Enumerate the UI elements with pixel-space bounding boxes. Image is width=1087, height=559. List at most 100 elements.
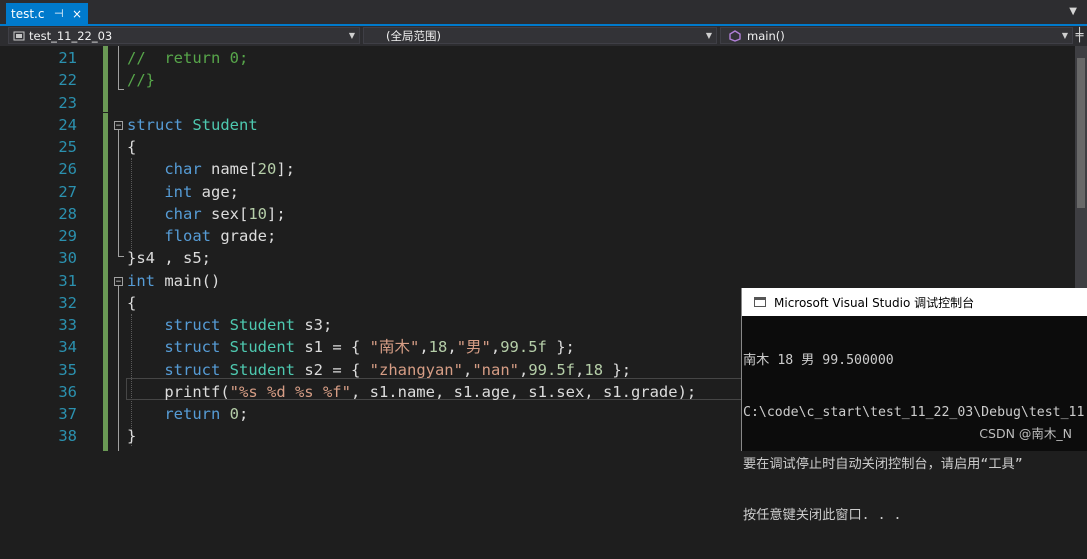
code-token: sex[: [201, 204, 249, 223]
code-token: printf(: [127, 382, 230, 401]
line-number: 35: [58, 360, 77, 379]
project-dropdown[interactable]: test_11_22_03 ▼: [8, 27, 360, 44]
line-number: 22: [58, 71, 77, 90]
code-token: };: [603, 360, 632, 379]
code-token: , s1.name, s1.age, s1.sex, s1.grade);: [350, 382, 697, 401]
code-text: int main(): [127, 270, 220, 292]
code-line[interactable]: 25 {: [0, 136, 1087, 158]
code-token: 18: [428, 338, 448, 357]
line-number: 25: [58, 138, 77, 156]
line-number: 30: [58, 249, 77, 268]
code-token: Student: [229, 316, 295, 334]
code-text: struct Student s1 = { "南木",18,"男",99.5f …: [127, 336, 575, 358]
code-text: printf("%s %d %s %f", s1.name, s1.age, s…: [127, 381, 696, 403]
project-name: test_11_22_03: [29, 28, 113, 43]
code-token: }: [127, 427, 137, 446]
code-line[interactable]: 21 // return 0;: [0, 47, 1087, 69]
code-token: //}: [127, 71, 155, 90]
split-window-icon[interactable]: ╪: [1072, 26, 1087, 46]
line-number: 37: [58, 405, 77, 423]
chevron-down-icon: ▼: [1061, 31, 1068, 40]
code-token: ,: [419, 338, 429, 357]
console-title: Microsoft Visual Studio 调试控制台: [774, 295, 975, 310]
code-line[interactable]: 28 char sex[10];: [0, 203, 1087, 225]
code-token: ,: [575, 360, 585, 379]
code-line[interactable]: 24 struct Student: [0, 114, 1087, 136]
code-line[interactable]: 30}s4 , s5;: [0, 247, 1087, 269]
code-token: "nan": [472, 360, 519, 379]
code-token: ,: [447, 338, 457, 357]
tab-test-c[interactable]: test.c ⊣ ×: [6, 3, 88, 24]
code-token: Student: [229, 360, 295, 379]
line-number: 33: [58, 316, 77, 334]
code-line[interactable]: 23: [0, 92, 1087, 114]
console-line: 南木 18 男 99.500000: [743, 353, 894, 369]
code-token: int: [164, 182, 193, 201]
code-token: "男": [456, 338, 491, 357]
scope-dropdown[interactable]: (全局范围) ▼: [363, 27, 717, 44]
scrollbar-thumb[interactable]: [1077, 58, 1085, 208]
member-dropdown[interactable]: main() ▼: [720, 27, 1073, 44]
code-token: 20: [257, 160, 277, 179]
code-token: struct: [164, 338, 221, 357]
code-token: main(): [155, 271, 221, 290]
console-line: 按任意键关闭此窗口. . .: [743, 508, 902, 524]
debug-console-window[interactable]: Microsoft Visual Studio 调试控制台 南木 18 男 99…: [741, 288, 1087, 523]
code-text: struct Student s3;: [127, 314, 332, 336]
watermark: CSDN @南木_N: [979, 426, 1072, 441]
code-token: struct: [164, 316, 221, 334]
code-token: "南木": [369, 338, 420, 357]
code-token: char: [164, 204, 202, 223]
code-token: 99.5f: [528, 360, 576, 379]
code-line[interactable]: 29 float grade;: [0, 225, 1087, 247]
code-text: }: [127, 425, 136, 447]
line-number: 34: [58, 338, 77, 357]
code-token: s1 = {: [295, 338, 370, 357]
tab-label: test.c: [11, 6, 45, 21]
code-line[interactable]: 26 char name[20];: [0, 158, 1087, 180]
code-text: {: [127, 136, 136, 158]
code-text: struct Student s2 = { "zhangyan","nan",9…: [127, 359, 631, 381]
document-tab-strip: test.c ⊣ × ▼: [0, 0, 1087, 26]
chevron-down-icon: ▼: [705, 31, 712, 40]
line-number: 38: [58, 427, 77, 446]
code-token: 99.5f: [500, 338, 547, 357]
code-token: float: [164, 227, 211, 245]
tab-list-dropdown-icon[interactable]: ▼: [1069, 6, 1077, 17]
code-token: "%s %d %s %f": [229, 382, 351, 401]
code-token: struct: [127, 115, 183, 134]
project-icon: [13, 31, 25, 40]
line-number: 21: [58, 49, 77, 67]
code-token: ,: [462, 360, 473, 379]
code-text: float grade;: [127, 225, 276, 247]
line-number: 32: [58, 293, 77, 312]
pin-icon[interactable]: ⊣: [54, 7, 64, 20]
console-window-icon: [754, 297, 766, 307]
code-token: Student: [192, 115, 258, 134]
code-line[interactable]: 27 int age;: [0, 181, 1087, 203]
code-token: Student: [229, 338, 295, 357]
line-number: 29: [58, 227, 77, 245]
console-title-bar[interactable]: Microsoft Visual Studio 调试控制台: [742, 288, 1087, 316]
code-token: 10: [248, 204, 267, 223]
console-line: 要在调试停止时自动关闭控制台，请启用“工具”: [743, 456, 1023, 472]
code-text: char name[20];: [127, 158, 295, 180]
code-token: 0: [229, 405, 240, 423]
code-token: // return 0;: [127, 49, 249, 67]
code-token: name[: [201, 160, 258, 179]
code-line[interactable]: 22 //}: [0, 69, 1087, 91]
close-icon[interactable]: ×: [72, 7, 82, 21]
line-number: 26: [58, 160, 77, 179]
code-text: int age;: [127, 181, 239, 203]
code-token: ,: [519, 360, 529, 379]
navigation-bar: test_11_22_03 ▼ (全局范围) ▼ main() ▼ ╪: [0, 26, 1087, 46]
